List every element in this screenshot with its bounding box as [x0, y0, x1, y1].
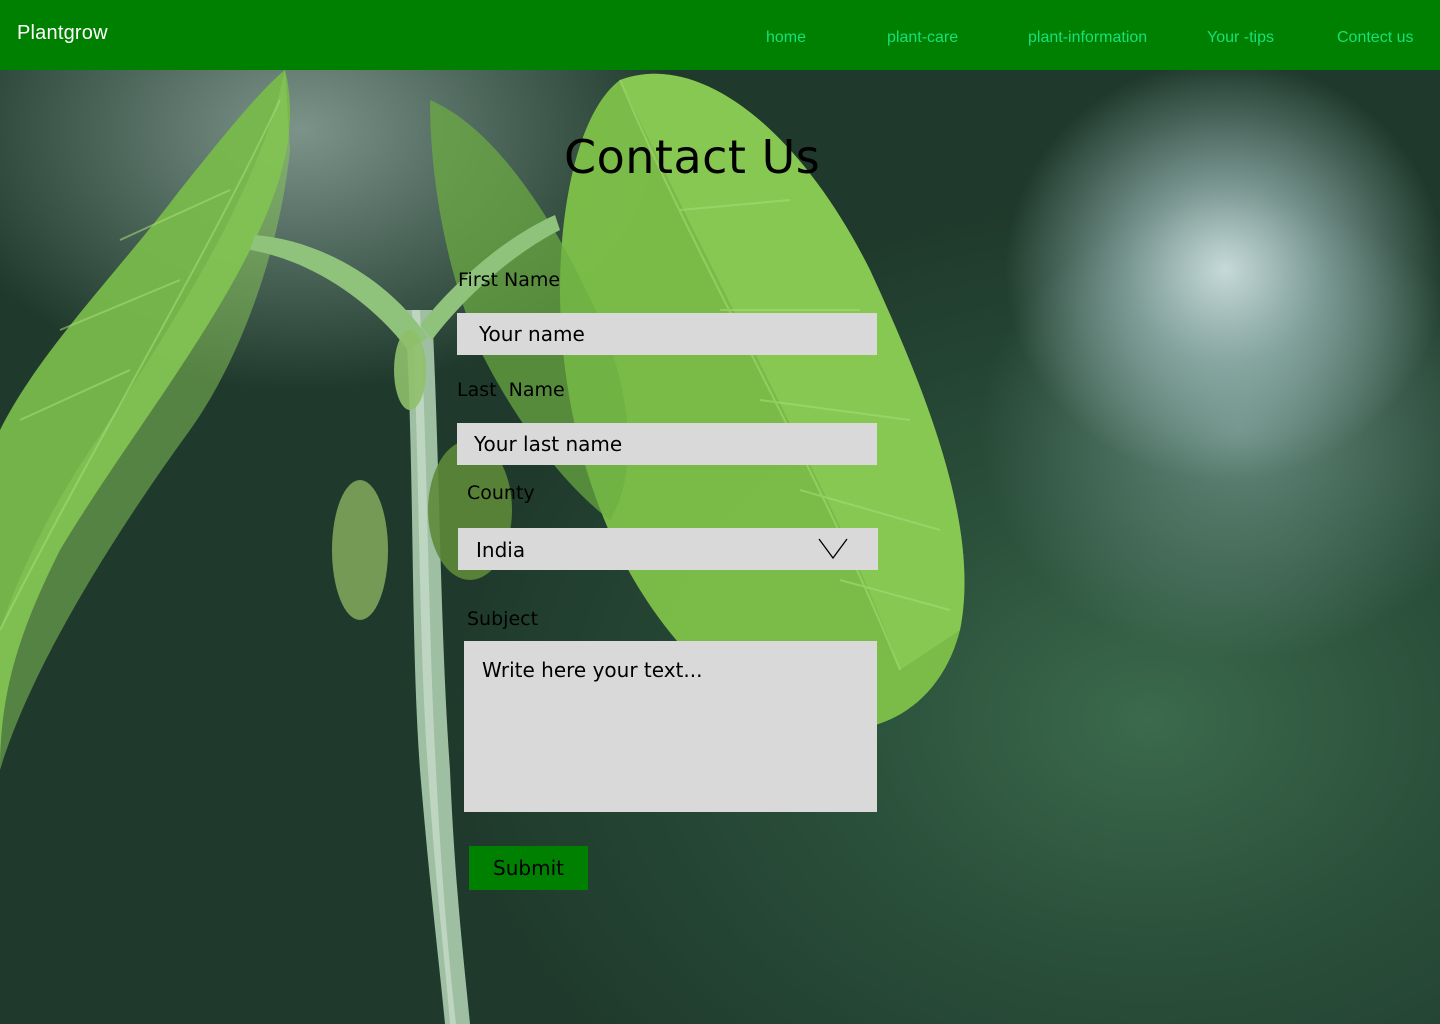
submit-button[interactable]: Submit — [469, 846, 588, 890]
nav-link-plant-information[interactable]: plant-information — [1028, 29, 1147, 47]
first-name-label: First Name — [458, 269, 561, 291]
county-label: County — [467, 482, 535, 504]
nav-link-contact-us[interactable]: Contect us — [1337, 29, 1413, 47]
top-navbar: Plantgrow home plant-care plant-informat… — [0, 0, 1440, 70]
page-title: Contact Us — [564, 130, 821, 184]
nav-link-your-tips[interactable]: Your -tips — [1207, 29, 1274, 47]
subject-label: Subject — [467, 608, 539, 630]
subject-textarea[interactable] — [464, 641, 877, 812]
nav-link-plant-care[interactable]: plant-care — [887, 29, 958, 47]
brand-logo[interactable]: Plantgrow — [17, 22, 108, 45]
chevron-down-icon[interactable] — [818, 538, 848, 564]
last-name-label: Last Name — [457, 379, 565, 401]
county-select[interactable]: India — [458, 528, 878, 570]
first-name-input[interactable] — [457, 313, 877, 355]
county-selected-value: India — [476, 538, 526, 562]
contact-form-section: Contact Us First Name Last Name County I… — [0, 0, 1440, 1024]
nav-link-home[interactable]: home — [766, 29, 806, 47]
last-name-input[interactable] — [457, 423, 877, 465]
